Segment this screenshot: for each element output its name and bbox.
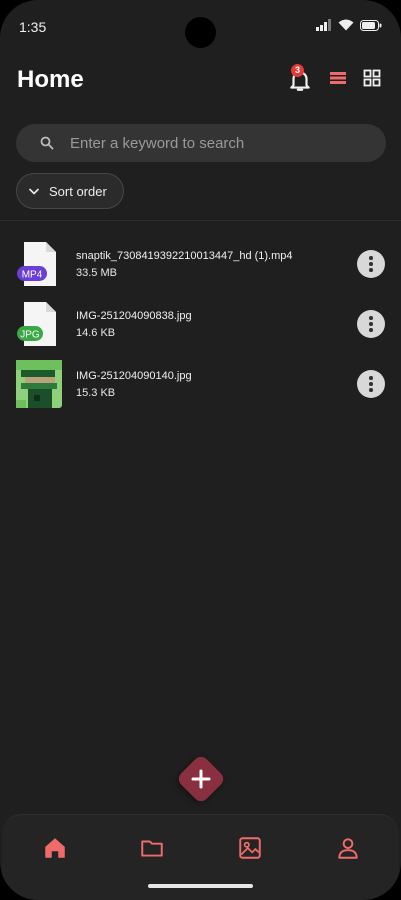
file-row[interactable]: MP4 snaptik_7308419392210013447_hd (1).m… [0, 236, 401, 296]
nav-home[interactable] [40, 833, 70, 863]
file-name: IMG-251204090838.jpg [76, 310, 192, 322]
search-input[interactable] [68, 133, 386, 153]
file-type-label: JPG [20, 330, 40, 341]
list-view-button[interactable] [328, 70, 348, 91]
battery-icon [360, 19, 382, 31]
image-icon [239, 837, 261, 859]
sort-order-label: Sort order [49, 183, 107, 199]
add-button-icon-wrap[interactable] [183, 761, 219, 797]
grid-view-button[interactable] [363, 69, 381, 92]
status-bar: 1:35 [0, 0, 401, 52]
notification-badge: 3 [291, 64, 304, 77]
folder-icon [141, 840, 163, 857]
mp4-file-icon: MP4 [17, 242, 56, 286]
search-icon [40, 136, 54, 150]
file-size: 15.3 KB [76, 387, 116, 399]
nav-folders[interactable] [137, 833, 167, 863]
more-options-button[interactable] [357, 370, 385, 398]
file-list: MP4 snaptik_7308419392210013447_hd (1).m… [0, 236, 401, 416]
grid-view-icon [363, 69, 381, 86]
nav-images[interactable] [235, 833, 265, 863]
file-row[interactable]: JPG IMG-251204090838.jpg 14.6 KB [0, 296, 401, 356]
header-actions: 3 [287, 64, 381, 93]
status-time: 1:35 [19, 19, 47, 35]
file-type-label: MP4 [22, 270, 43, 281]
camera-cutout [185, 17, 216, 48]
wifi-icon [338, 19, 354, 31]
image-thumbnail [16, 360, 62, 408]
more-options-button[interactable] [357, 310, 385, 338]
page-title: Home [17, 66, 84, 93]
more-options-button[interactable] [357, 250, 385, 278]
chevron-down-icon [29, 188, 39, 194]
home-icon [45, 838, 65, 858]
sort-order-button[interactable]: Sort order [16, 173, 124, 209]
divider [0, 220, 401, 221]
profile-icon [338, 838, 358, 859]
file-size: 14.6 KB [76, 327, 116, 339]
notifications-button[interactable]: 3 [287, 64, 313, 93]
file-name: snaptik_7308419392210013447_hd (1).mp4 [76, 250, 293, 262]
file-row[interactable]: IMG-251204090140.jpg 15.3 KB [0, 356, 401, 416]
jpg-file-icon: JPG [17, 302, 56, 346]
list-view-icon [330, 71, 346, 84]
home-indicator[interactable] [148, 884, 253, 888]
plus-icon [191, 769, 211, 789]
signal-icon [316, 19, 331, 31]
file-name: IMG-251204090140.jpg [76, 370, 192, 382]
system-icons [316, 19, 382, 31]
file-size: 33.5 MB [76, 267, 117, 279]
nav-profile[interactable] [333, 833, 363, 863]
phone-screen: 1:35 Home 3 Enter a keyword to search So… [0, 0, 401, 900]
search-bar [16, 124, 386, 162]
